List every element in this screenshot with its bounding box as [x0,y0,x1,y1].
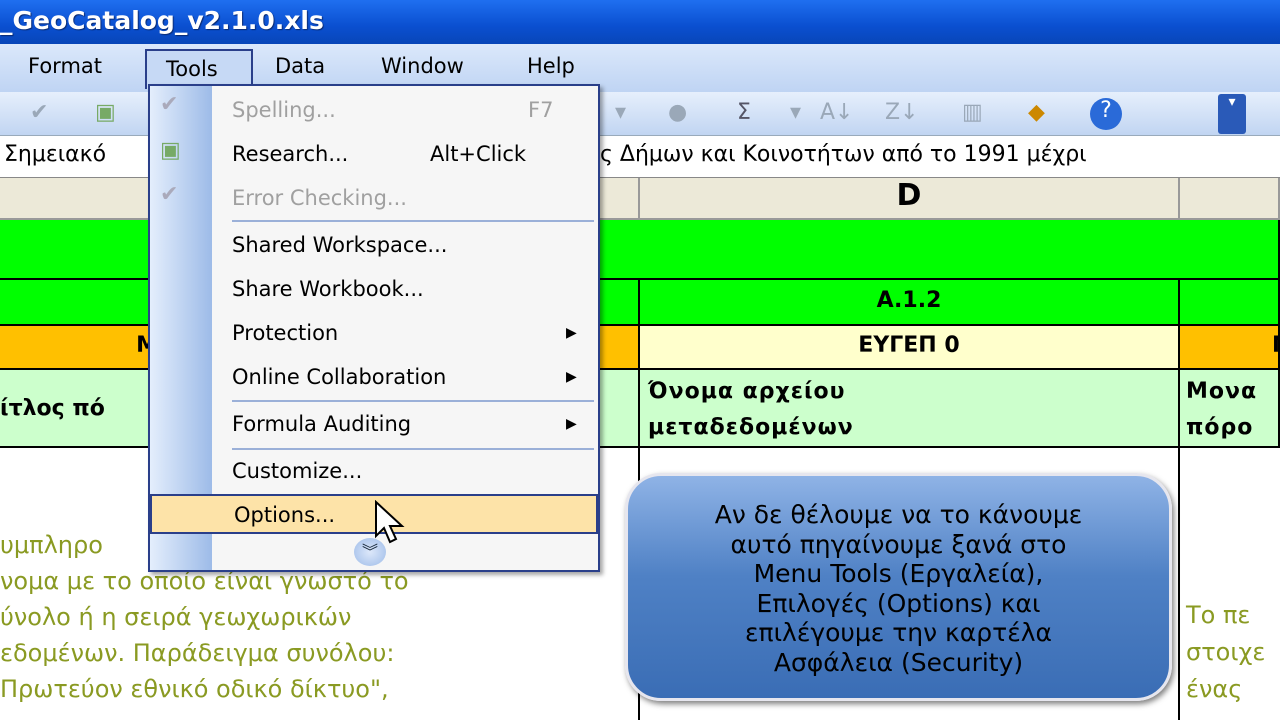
submenu-arrow-icon: ▶ [566,325,577,341]
menu-separator [232,400,594,402]
text-line: στοιχε [1186,638,1266,666]
menu-item-research[interactable]: Research... Alt+Click [232,142,526,166]
sort-ascending-icon[interactable]: A↓ [820,100,853,125]
shortcut: Alt+Click [430,142,527,166]
callout-line: Ασφάλεια (Security) [773,647,1024,677]
gridline [1178,448,1180,720]
spelling-icon: ✔ [160,92,179,117]
tutorial-callout: Αν δε θέλουμε να το κάνουμε αυτό πηγαίνο… [625,473,1172,701]
callout-line: αυτό πηγαίνουμε ξανά στο [730,529,1067,559]
shortcut: F7 [528,98,554,122]
submenu-arrow-icon: ▶ [566,416,577,432]
menu-item-online-collaboration[interactable]: Online Collaboration ▶ [232,365,582,389]
cell-d-title[interactable]: Όνομα αρχείου μεταδεδομένων [640,370,1180,448]
menu-help[interactable]: Help [527,54,575,78]
drawing-icon[interactable]: ◆ [1028,100,1045,125]
formula-text-left: Σημειακό [4,142,107,167]
menu-item-spelling[interactable]: Spelling... F7 [232,98,553,122]
callout-line: Menu Tools (Εργαλεία), [753,559,1044,588]
tools-menu-dropdown: ✔ Spelling... F7 ▣ Research... Alt+Click ✔… [148,84,600,572]
menu-window[interactable]: Window [381,54,464,78]
menu-data[interactable]: Data [275,54,325,78]
cell-e-code[interactable]: Μ [1180,326,1280,370]
text-line: ύνολο ή η σειρά γεωχωρικών [0,603,352,631]
chart-wizard-icon[interactable]: ▥ [962,100,983,125]
text-line: Πρωτεύον εθνικό οδικό δίκτυο", [0,675,389,703]
callout-line: Επιλογές (Options) και [756,588,1041,618]
help-icon[interactable]: ? [1090,98,1122,130]
column-header-e[interactable] [1180,178,1280,220]
menu-item-error-checking[interactable]: Error Checking... [232,186,407,210]
menu-separator [232,220,594,222]
label: Online Collaboration [232,365,447,389]
label: Spelling... [232,98,336,122]
dropdown-arrow-icon[interactable]: ▾ [615,100,626,125]
research-icon[interactable]: ▣ [95,100,116,125]
column-header-d[interactable]: D [640,178,1180,220]
sort-descending-icon[interactable]: Z↓ [885,100,919,125]
title-bar: _GeoCatalog_v2.1.0.xls [0,0,1280,44]
cell-d-title-line1: Όνομα αρχείου [648,379,846,404]
cell-e-description[interactable]: Το πε στοιχε ένας [1186,597,1265,708]
toolbar-options-icon[interactable]: ▾ [1218,94,1246,134]
label: Options... [234,503,336,527]
cell-e-a12[interactable] [1180,280,1280,326]
label: Formula Auditing [232,412,412,436]
autosum-icon[interactable]: Σ [737,100,751,125]
callout-line: επιλέγουμε την καρτέλα [745,618,1052,647]
cell-d-a12[interactable]: A.1.2 [640,280,1180,326]
menu-item-shared-workspace[interactable]: Shared Workspace... [232,233,447,257]
cell-e-title[interactable]: Μονα πόρο [1180,370,1280,448]
cell-d-title-line2: μεταδεδομένων [648,415,854,440]
submenu-arrow-icon: ▶ [566,369,577,385]
error-checking-icon: ✔ [160,182,179,207]
callout-line: Αν δε θέλουμε να το κάνουμε [714,500,1083,529]
text-line: εδομένων. Παράδειγμα συνόλου: [0,639,395,667]
autosum-dropdown-icon[interactable]: ▾ [790,100,801,125]
cell-e-title-line1: Μονα [1186,379,1258,404]
text-line: ένας [1186,675,1243,703]
menu-item-share-workbook[interactable]: Share Workbook... [232,277,424,301]
research-icon: ▣ [160,138,181,163]
label: Protection [232,321,339,345]
window-title: _GeoCatalog_v2.1.0.xls [0,6,324,35]
cell-d-code[interactable]: ΕΥΓΕΠ 0 [640,326,1180,370]
hyperlink-icon[interactable]: ● [668,100,687,125]
mouse-cursor-icon [375,500,405,544]
menu-item-customize[interactable]: Customize... [232,459,362,483]
menu-tools[interactable]: Tools [145,49,253,89]
menu-separator [232,448,594,450]
text-line: Το πε [1186,601,1251,629]
label: Research... [232,142,349,166]
menu-format[interactable]: Format [28,54,102,78]
menu-item-formula-auditing[interactable]: Formula Auditing ▶ [232,412,582,436]
menu-item-protection[interactable]: Protection ▶ [232,321,582,345]
formula-text-right: ς Δήμων και Κοινοτήτων από το 1991 μέχρι [600,142,1087,167]
spelling-icon[interactable]: ✔ [30,100,48,125]
cell-e-title-line2: πόρο [1186,415,1254,440]
